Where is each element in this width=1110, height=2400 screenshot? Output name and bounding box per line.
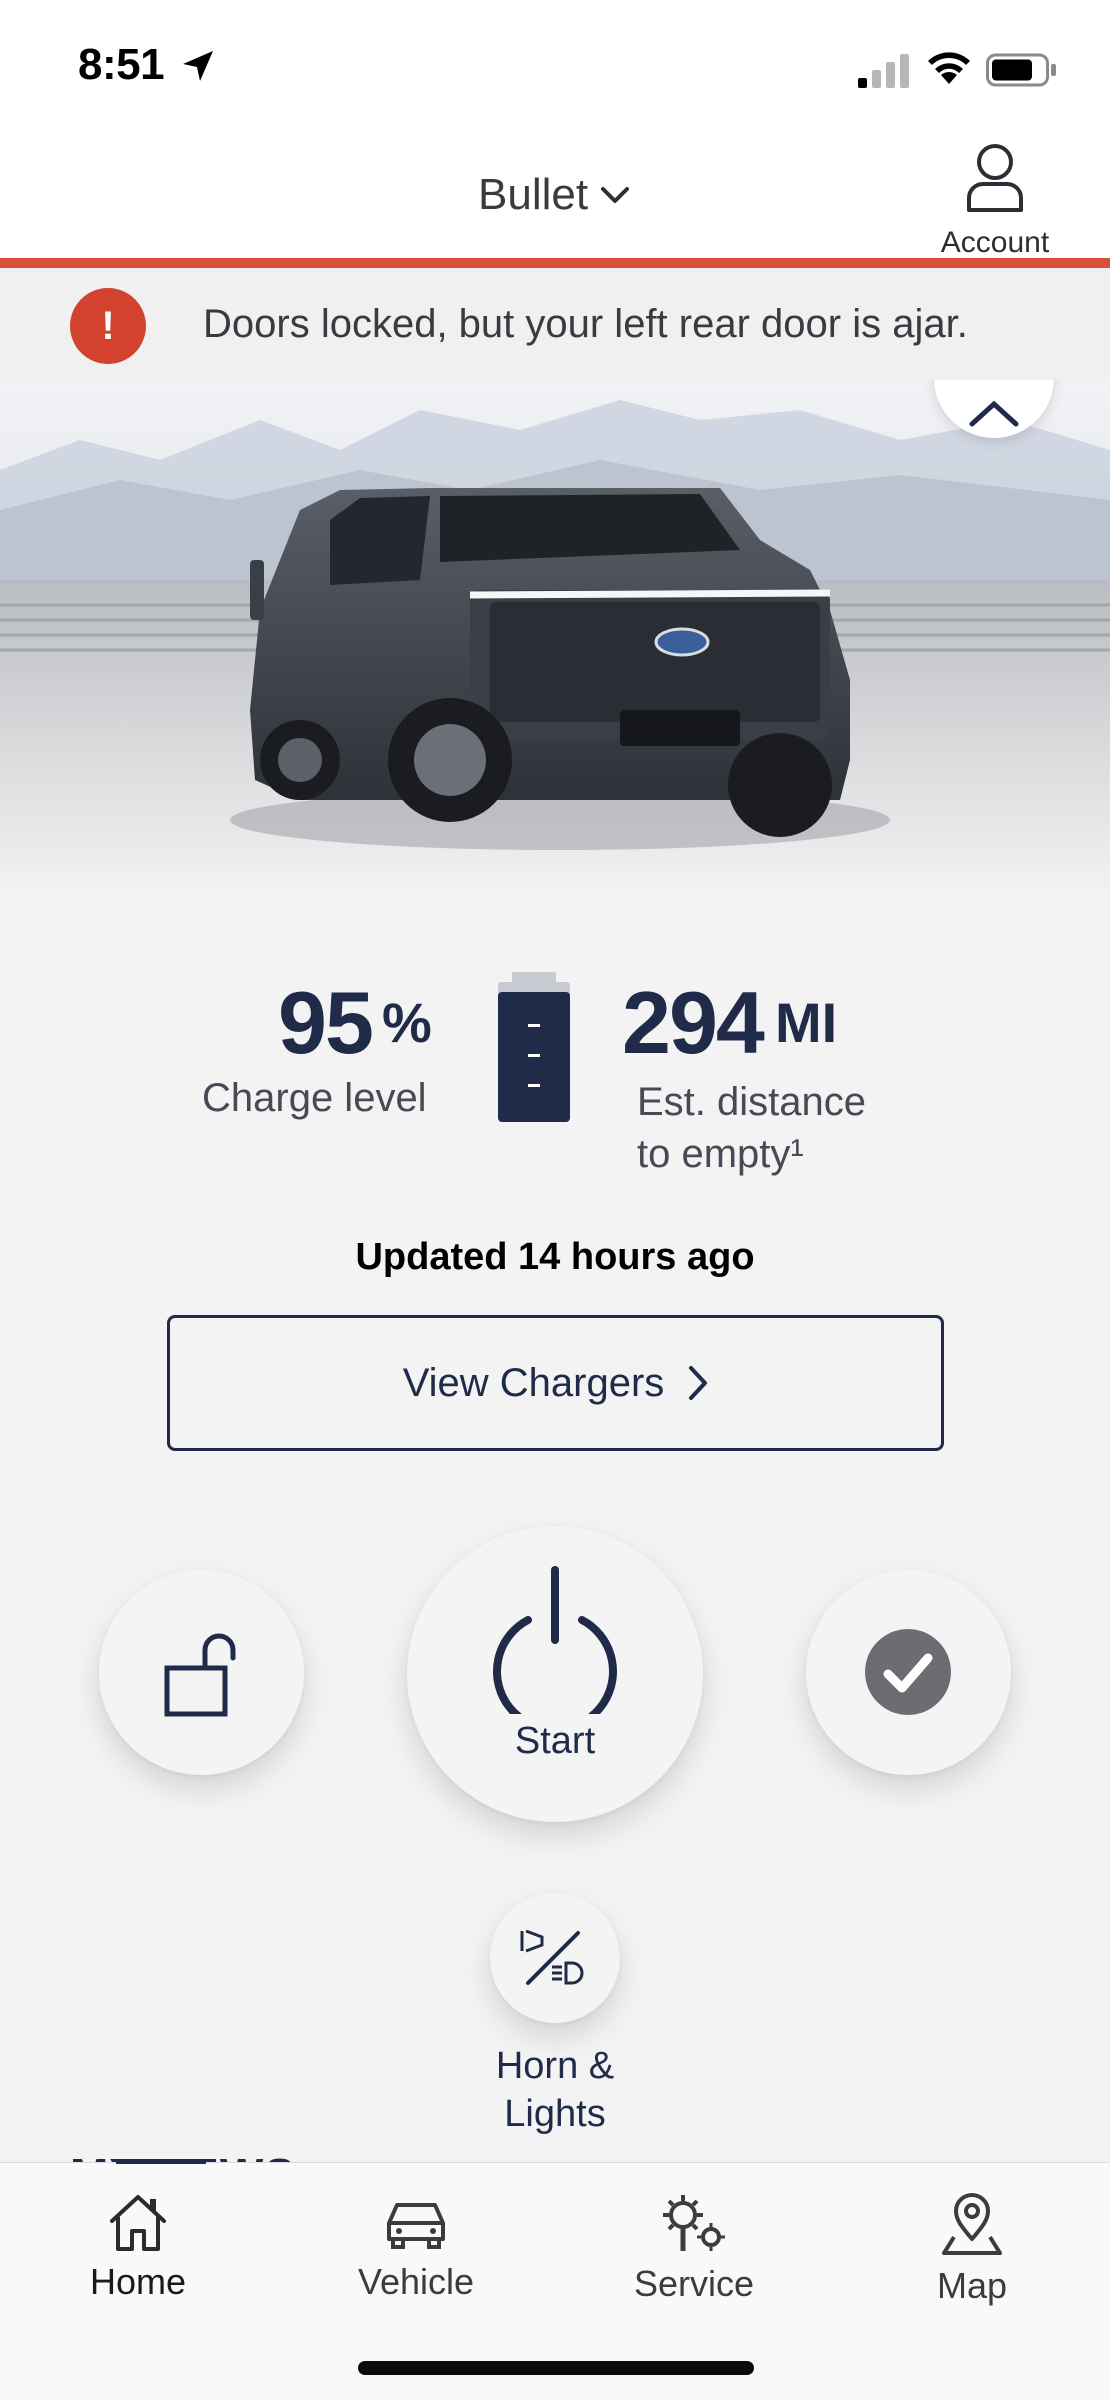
range-label-line2: to empty¹ bbox=[637, 1132, 804, 1176]
vehicle-hero-image bbox=[0, 380, 1110, 900]
vehicle-stats: 95 % Charge level 294 MI Est. distance t… bbox=[0, 940, 1110, 1200]
door-alert-banner[interactable]: ! Doors locked, but your left rear door … bbox=[0, 268, 1110, 380]
tab-home[interactable]: Home bbox=[28, 2183, 248, 2333]
horn-label-line2: Lights bbox=[504, 2093, 606, 2135]
service-gears-icon bbox=[663, 2195, 725, 2251]
range-value: 294 bbox=[622, 973, 765, 1072]
chevron-up-icon bbox=[969, 400, 1019, 427]
map-pin-icon bbox=[942, 2193, 1002, 2255]
home-indicator[interactable] bbox=[358, 2361, 754, 2375]
charge-value: 95 bbox=[278, 973, 374, 1072]
horn-lights-icon bbox=[520, 1929, 584, 1985]
horn-lights-label: Horn & Lights bbox=[405, 2042, 705, 2138]
last-updated-text: Updated 14 hours ago bbox=[355, 1236, 755, 1278]
status-bar: 8:51 bbox=[0, 0, 1110, 120]
tab-vehicle-label: Vehicle bbox=[357, 2261, 475, 2302]
tab-service[interactable]: Service bbox=[584, 2183, 804, 2333]
status-time: 8:51 bbox=[78, 40, 165, 89]
battery-icon bbox=[986, 53, 1056, 87]
power-icon bbox=[493, 1566, 617, 1714]
vehicle-name: Bullet bbox=[478, 170, 589, 219]
horn-label-line1: Horn & bbox=[495, 2045, 615, 2087]
range-label: Est. distance to empty¹ bbox=[637, 1076, 866, 1180]
alert-icon: ! bbox=[70, 288, 146, 364]
unlock-icon bbox=[164, 1633, 236, 1717]
account-label: Account bbox=[940, 226, 1050, 259]
chevron-down-icon bbox=[601, 187, 630, 203]
vehicle-status-check-button[interactable] bbox=[806, 1570, 1011, 1775]
start-label: Start bbox=[514, 1720, 596, 1762]
range-label-line1: Est. distance bbox=[637, 1080, 867, 1124]
account-button[interactable]: Account bbox=[930, 138, 1060, 259]
news-section-underline bbox=[116, 2159, 206, 2164]
tab-vehicle[interactable]: Vehicle bbox=[306, 2183, 526, 2333]
charge-unit: % bbox=[382, 991, 432, 1054]
home-icon bbox=[110, 2195, 166, 2251]
checkmark-circle-icon bbox=[865, 1629, 951, 1715]
view-chargers-label: View Chargers bbox=[402, 1360, 665, 1405]
header-accent-rule bbox=[0, 258, 1110, 268]
location-arrow-icon bbox=[183, 51, 213, 81]
horn-lights-button[interactable] bbox=[490, 1893, 620, 2023]
car-icon bbox=[387, 2203, 445, 2249]
truck-illustration bbox=[0, 380, 1110, 900]
ev-battery-icon bbox=[498, 972, 570, 1122]
charge-label: Charge level bbox=[202, 1076, 427, 1120]
range-unit: MI bbox=[775, 991, 838, 1054]
person-icon bbox=[967, 144, 1023, 212]
app-screen: 8:51 Bullet Account ! Doors locked, but … bbox=[0, 0, 1110, 2400]
view-chargers-button[interactable]: View Chargers bbox=[167, 1315, 944, 1451]
app-header: Bullet Account bbox=[0, 120, 1110, 268]
tab-home-label: Home bbox=[89, 2261, 187, 2302]
wifi-icon bbox=[928, 52, 970, 84]
remote-start-button[interactable]: Start bbox=[407, 1526, 703, 1822]
vehicle-selector[interactable]: Bullet bbox=[478, 170, 630, 220]
chevron-right-icon bbox=[689, 1366, 708, 1400]
tab-service-label: Service bbox=[633, 2263, 755, 2304]
cellular-signal-icon bbox=[858, 54, 909, 88]
tab-map-label: Map bbox=[936, 2265, 1008, 2306]
unlock-button[interactable] bbox=[99, 1570, 304, 1775]
tab-map[interactable]: Map bbox=[862, 2183, 1082, 2333]
alert-message: Doors locked, but your left rear door is… bbox=[203, 302, 968, 346]
